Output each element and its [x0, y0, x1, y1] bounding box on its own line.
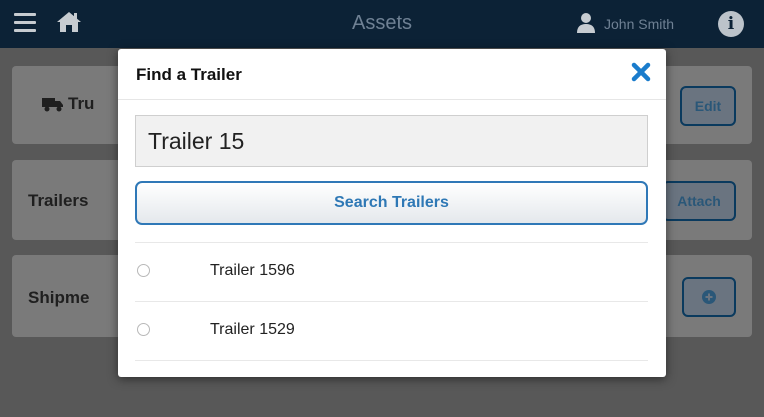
dialog-title: Find a Trailer	[136, 65, 242, 84]
trailers-label: Trailers	[28, 191, 89, 210]
user-name[interactable]: John Smith	[604, 16, 674, 32]
truck-icon	[42, 96, 64, 117]
search-trailers-button[interactable]: Search Trailers	[135, 181, 648, 225]
radio-button[interactable]	[137, 264, 150, 277]
list-item[interactable]: Trailer 1596	[135, 242, 648, 301]
result-label: Trailer 1529	[210, 321, 295, 338]
info-icon[interactable]: i	[718, 11, 744, 37]
trucks-label: Tru	[68, 94, 95, 113]
result-label: Trailer 1596	[210, 262, 295, 279]
attach-trailer-button[interactable]: Attach	[662, 181, 736, 221]
shipments-label: Shipme	[28, 288, 90, 307]
edit-truck-button[interactable]: Edit	[680, 86, 736, 126]
trailer-search-input[interactable]	[135, 115, 648, 167]
top-bar: Assets John Smith i	[0, 0, 764, 48]
close-icon[interactable]	[630, 61, 652, 83]
user-icon	[576, 12, 596, 39]
radio-button[interactable]	[137, 323, 150, 336]
list-item[interactable]: Trailer 1529	[135, 301, 648, 361]
add-shipment-button[interactable]	[682, 277, 736, 317]
plus-circle-icon	[702, 290, 716, 304]
trailer-results-list: Trailer 1596 Trailer 1529	[135, 242, 648, 361]
find-trailer-dialog: Find a Trailer Search Trailers Trailer 1…	[118, 49, 666, 377]
dialog-header: Find a Trailer	[118, 49, 666, 100]
